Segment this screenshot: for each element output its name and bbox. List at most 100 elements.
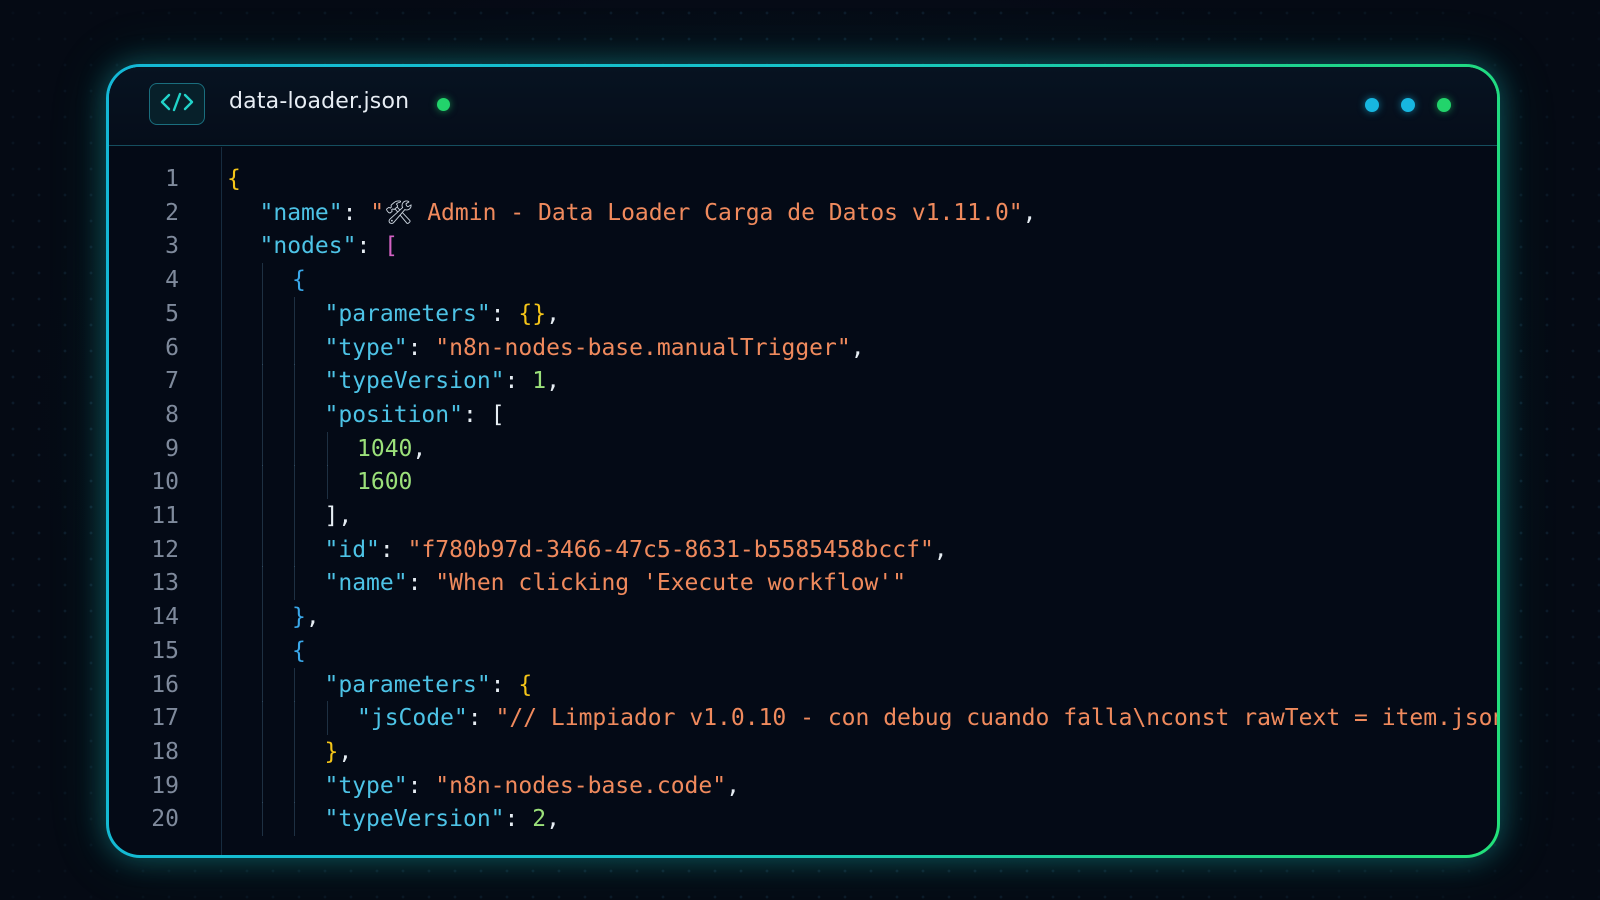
code-token: "jsCode" bbox=[357, 705, 468, 732]
code-token: "typeVersion" bbox=[324, 806, 505, 833]
indent-guide bbox=[261, 600, 263, 635]
code-token: : bbox=[379, 536, 408, 563]
code-token: : bbox=[467, 705, 496, 732]
line-number: 20 bbox=[151, 806, 179, 833]
line-number: 2 bbox=[165, 199, 179, 226]
code-token: "name" bbox=[324, 570, 408, 597]
code-token: Admin - Data Loader Carga de Datos v1.11… bbox=[413, 199, 1023, 226]
code-editor-window: data-loader.json 1{2 "name": "🛠 Admin - D… bbox=[106, 64, 1500, 858]
unsaved-indicator bbox=[437, 98, 450, 111]
code-line: 19 "type": "n8n-nodes-base.code", bbox=[109, 768, 1497, 803]
indent-guide bbox=[294, 499, 295, 533]
code-token: : bbox=[356, 233, 385, 260]
code-token: "type" bbox=[324, 334, 408, 361]
code-token: "type" bbox=[324, 772, 408, 799]
code-token: { bbox=[292, 637, 306, 664]
code-token: , bbox=[933, 536, 948, 563]
code-token: "position" bbox=[324, 401, 463, 428]
window-control-dot-3[interactable] bbox=[1437, 98, 1451, 112]
code-line: 8 "position": [ bbox=[109, 397, 1497, 432]
code-token: "parameters" bbox=[324, 300, 491, 327]
indent-guide bbox=[294, 667, 295, 702]
code-token: { bbox=[292, 267, 306, 294]
code-token: "name" bbox=[259, 199, 343, 226]
line-number: 18 bbox=[151, 738, 179, 765]
code-line: 12 "id": "f780b97d-3466-47c5-8631-b558545… bbox=[109, 532, 1497, 567]
window-control-dot-2[interactable] bbox=[1401, 98, 1415, 112]
line-content: { bbox=[292, 634, 306, 668]
indent-guide bbox=[261, 701, 263, 736]
window-control-dot-1[interactable] bbox=[1365, 98, 1379, 112]
code-line: 7 "typeVersion": 1, bbox=[109, 364, 1497, 399]
code-line: 4{ bbox=[109, 263, 1497, 298]
code-token: {} bbox=[518, 300, 547, 327]
indent-guide bbox=[326, 465, 328, 500]
indent-guide bbox=[294, 768, 295, 803]
code-token: "n8n-nodes-base.manualTrigger" bbox=[435, 334, 851, 361]
line-number: 19 bbox=[151, 772, 179, 799]
line-content: }, bbox=[325, 735, 353, 769]
code-line: 20 "typeVersion": 2, bbox=[109, 802, 1497, 837]
line-content: "position": [ bbox=[325, 398, 505, 432]
code-token: , bbox=[850, 334, 865, 361]
code-token: , bbox=[546, 806, 560, 833]
code-line: 6 "type": "n8n-nodes-base.manualTrigger", bbox=[109, 330, 1497, 365]
line-content: "name": "When clicking 'Execute workflow… bbox=[325, 566, 907, 600]
line-number: 14 bbox=[151, 604, 179, 631]
line-number: 9 bbox=[165, 435, 179, 462]
code-file-badge[interactable] bbox=[149, 83, 205, 125]
indent-guide bbox=[294, 465, 295, 500]
indent-guide bbox=[261, 802, 263, 837]
file-name-tab[interactable]: data-loader.json bbox=[229, 89, 409, 114]
code-token: { bbox=[227, 166, 241, 192]
line-number: 13 bbox=[151, 570, 179, 597]
line-content: ], bbox=[325, 499, 353, 533]
line-number: 5 bbox=[165, 300, 179, 327]
code-line: 13 "name": "When clicking 'Execute workfl… bbox=[109, 566, 1497, 601]
indent-guide bbox=[261, 296, 263, 331]
line-number: 10 bbox=[151, 469, 179, 496]
code-area[interactable]: 1{2 "name": "🛠 Admin - Data Loader Carga … bbox=[109, 147, 1497, 855]
line-number: 15 bbox=[151, 637, 179, 664]
code-line: 2 "name": "🛠 Admin - Data Loader Carga de… bbox=[109, 196, 1497, 230]
line-content: "typeVersion": 1, bbox=[325, 364, 560, 398]
indent-guide bbox=[294, 397, 295, 432]
line-number: 3 bbox=[165, 233, 179, 260]
indent-guide bbox=[294, 532, 295, 567]
code-line: 10 1600 bbox=[109, 465, 1497, 500]
code-token: , bbox=[726, 772, 740, 799]
code-token: "id" bbox=[324, 536, 380, 563]
line-content: { bbox=[292, 263, 306, 297]
code-token: , bbox=[305, 604, 320, 631]
indent-guide bbox=[261, 465, 263, 500]
code-token: } bbox=[292, 604, 306, 631]
code-token: : bbox=[490, 671, 519, 698]
indent-guide bbox=[261, 633, 263, 668]
indent-guide bbox=[261, 566, 263, 601]
indent-guide bbox=[261, 734, 263, 769]
indent-guide bbox=[261, 431, 263, 466]
indent-guide bbox=[261, 263, 263, 298]
code-token: : bbox=[504, 368, 533, 395]
code-token: : bbox=[407, 334, 436, 361]
line-content: "parameters": {}, bbox=[325, 297, 560, 331]
line-content: "id": "f780b97d-3466-47c5-8631-b5585458b… bbox=[325, 533, 948, 567]
indent-guide bbox=[294, 701, 295, 736]
indent-guide bbox=[261, 768, 263, 803]
code-token: { bbox=[518, 671, 533, 698]
code-token: ], bbox=[324, 503, 353, 529]
code-token: 2 bbox=[532, 806, 547, 833]
line-content: "nodes": [ bbox=[260, 229, 399, 263]
line-number: 7 bbox=[165, 368, 179, 395]
indent-guide bbox=[261, 330, 263, 365]
indent-guide bbox=[326, 431, 328, 466]
indent-guide bbox=[294, 566, 295, 601]
code-line: 17 "jsCode": "// Limpiador v1.0.10 - con … bbox=[109, 701, 1500, 736]
code-line: 18}, bbox=[109, 734, 1497, 769]
code-line: 11], bbox=[109, 499, 1497, 533]
line-content: { bbox=[227, 162, 241, 196]
code-token: "n8n-nodes-base.code" bbox=[435, 772, 727, 799]
line-number: 4 bbox=[165, 267, 179, 294]
code-line: 9 1040, bbox=[109, 431, 1497, 466]
code-token: "// Limpiador v1.0.10 - con debug cuando… bbox=[495, 705, 1500, 732]
